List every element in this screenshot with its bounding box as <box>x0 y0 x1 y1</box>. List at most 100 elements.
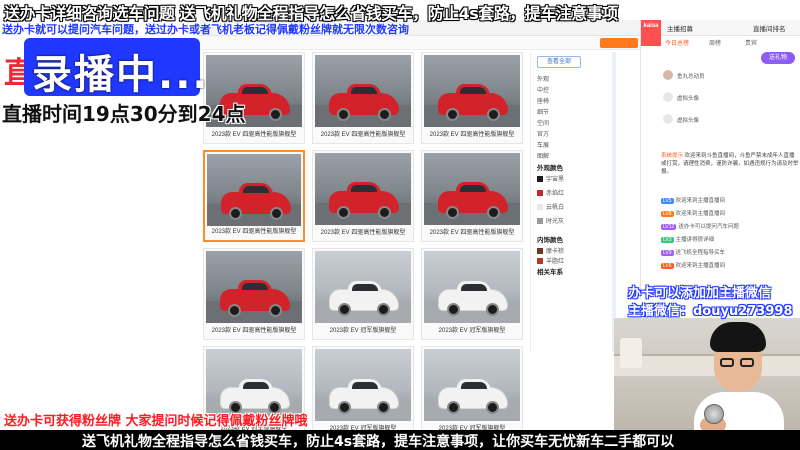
glasses-icon <box>720 358 734 367</box>
gallery-photo[interactable]: 2023款 EV 冠军版旗舰型 <box>312 248 414 340</box>
stream-hours-text: 直播时间19点30分到24点 <box>2 102 246 126</box>
photo-caption[interactable]: 2023款 EV 四驱高性能版旗舰型 <box>204 129 304 141</box>
car-photo-image <box>424 55 520 127</box>
car-photo-image <box>424 153 520 225</box>
chat-message: LV3 主播讲得很详细 <box>661 235 714 243</box>
gallery-photo[interactable]: 2023款 EV 四驱高性能版旗舰型 <box>421 52 523 144</box>
user-level-badge: LV8 <box>661 211 674 217</box>
photo-filter-panel: 查看全部 外观 中控 座椅 细节 空间 官方 车展 图解 外观颜色 宇宙黑 赤焰红 云帆白 时光灰 … <box>530 52 612 352</box>
wechat-id: 主播微信：douyu273998 <box>628 304 793 319</box>
streamer-webcam <box>614 318 800 432</box>
color-swatch <box>537 218 543 225</box>
ticker-text: 送飞机礼物全程指导怎么省钱买车，防止4s套路，提车注意事项，让你买车无忧新车二手… <box>82 434 675 450</box>
page-scrollbar[interactable] <box>612 52 616 352</box>
anchor-recruit-link[interactable]: 主播招募 <box>667 23 693 33</box>
site-logo: kaisa <box>641 20 661 46</box>
car-photo-image <box>315 55 411 127</box>
color-name: 云帆白 <box>546 205 565 211</box>
rank-user-name[interactable]: 虚拟头像 <box>677 94 699 102</box>
photo-caption[interactable]: 2023款 EV 四驱高性能版旗舰型 <box>422 227 522 239</box>
interior-color-name: 羊脂红 <box>546 259 565 265</box>
chat-message-text: 送飞机全程指导买车 <box>675 250 726 256</box>
gallery-photo[interactable]: 2023款 EV 冠军版旗舰型 <box>421 346 523 438</box>
filter-category[interactable]: 外观 <box>537 74 549 83</box>
fan-badge-hint: 送办卡可获得粉丝牌 大家提问时候记得佩戴粉丝牌哦 <box>4 414 308 429</box>
rank-user-name[interactable]: 虚拟头像 <box>677 116 699 124</box>
photo-caption[interactable]: 2023款 EV 冠军版旗舰型 <box>313 325 413 337</box>
car-photo-image <box>315 349 411 421</box>
color-filter-option[interactable]: 赤焰红 <box>537 188 564 197</box>
filter-category[interactable]: 中控 <box>537 85 549 94</box>
top-banner: 送办卡详细咨询选车问题 送飞机礼物全程指导怎么省钱买车，防止4s套路，提车注意事… <box>0 0 800 23</box>
site-nav-bar <box>200 36 640 50</box>
color-filter-option[interactable]: 云帆白 <box>537 202 564 211</box>
color-filter-option[interactable]: 时光灰 <box>537 216 564 225</box>
chat-message: LV6 欢迎来到主播直播间 <box>661 261 725 269</box>
tab-vip[interactable]: 贵宾 <box>745 38 757 47</box>
chat-message: LV5 欢迎来到主播直播间 <box>661 196 725 204</box>
exterior-color-heading: 外观颜色 <box>537 165 563 172</box>
filter-category[interactable]: 座椅 <box>537 96 549 105</box>
gallery-photo[interactable]: 2023款 EV 四驱高性能版旗舰型 <box>421 150 523 242</box>
car-photo-image <box>424 349 520 421</box>
gallery-photo[interactable]: 2023款 EV 四驱高性能版旗舰型 <box>203 248 305 340</box>
filter-category[interactable]: 细节 <box>537 107 549 116</box>
interior-filter-option[interactable]: 摩卡棕 <box>537 246 564 255</box>
user-level-badge: LV3 <box>661 237 674 243</box>
color-swatch <box>537 190 543 197</box>
color-filter-option[interactable]: 宇宙黑 <box>537 174 564 183</box>
photo-caption[interactable]: 2023款 EV 四驱高性能版旗舰型 <box>313 129 413 141</box>
chat-message-text: 送办卡可以提问汽车问题 <box>678 224 739 230</box>
live-chat-panel: 主播招募 直播间排名 kaisa 今日总榜 周榜 贵宾 送礼物 鱼丸总动员 虚拟… <box>640 20 800 300</box>
gallery-photo[interactable]: 2023款 EV 冠军版旗舰型 <box>312 346 414 438</box>
gallery-photo[interactable]: 2023款 EV 冠军版旗舰型 <box>421 248 523 340</box>
filter-category[interactable]: 车展 <box>537 140 549 149</box>
gallery-photo[interactable]: 2023款 EV 四驱高性能版旗舰型 <box>203 150 305 242</box>
tab-daily-rank[interactable]: 今日总榜 <box>665 38 689 47</box>
gallery-photo[interactable]: 2023款 EV 四驱高性能版旗舰型 <box>312 52 414 144</box>
photo-caption[interactable]: 2023款 EV 四驱高性能版旗舰型 <box>204 325 304 337</box>
microphone-icon <box>704 404 724 424</box>
system-notice-prefix: 系统提示 <box>661 153 684 159</box>
user-avatar[interactable] <box>663 114 673 124</box>
send-gift-button[interactable]: 送礼物 <box>761 52 795 64</box>
photo-caption[interactable]: 2023款 EV 四驱高性能版旗舰型 <box>205 226 303 238</box>
view-all-button[interactable]: 查看全部 <box>537 56 581 68</box>
color-swatch <box>537 258 543 265</box>
rank-user-name[interactable]: 鱼丸总动员 <box>677 72 705 80</box>
filter-category[interactable]: 空间 <box>537 118 549 127</box>
photo-caption[interactable]: 2023款 EV 四驱高性能版旗舰型 <box>313 227 413 239</box>
stream-frame: 2023款 EV 四驱高性能版旗舰型 2023款 EV 四驱高性能版旗舰型 2023… <box>0 0 800 450</box>
nav-highlight-tag[interactable] <box>600 38 638 48</box>
gallery-photo[interactable]: 2023款 EV 四驱高性能版旗舰型 <box>312 150 414 242</box>
user-avatar[interactable] <box>663 92 673 102</box>
bottom-ticker: 送飞机礼物全程指导怎么省钱买车，防止4s套路，提车注意事项，让你买车无忧新车二手… <box>0 430 800 450</box>
photo-caption[interactable]: 2023款 EV 四驱高性能版旗舰型 <box>422 129 522 141</box>
user-avatar[interactable] <box>663 70 673 80</box>
chat-message: LV12 送办卡可以提问汽车问题 <box>661 222 739 230</box>
color-swatch <box>537 176 543 183</box>
related-series-heading: 相关车系 <box>537 269 563 276</box>
car-photo-image <box>315 153 411 225</box>
car-photo-image <box>207 154 301 226</box>
color-name: 赤焰红 <box>546 191 565 197</box>
color-name: 时光灰 <box>546 219 565 225</box>
filter-category[interactable]: 官方 <box>537 129 549 138</box>
wechat-hint: 办卡可以添加加主播微信 <box>628 286 772 301</box>
photo-caption[interactable]: 2023款 EV 冠军版旗舰型 <box>422 325 522 337</box>
chat-tabs: 今日总榜 周榜 贵宾 <box>661 38 800 50</box>
interior-color-heading: 内饰颜色 <box>537 237 563 244</box>
chat-header: 主播招募 直播间排名 <box>641 20 800 36</box>
user-level-badge: LV5 <box>661 198 674 204</box>
chat-message-text: 欢迎来到主播直播间 <box>675 211 726 217</box>
interior-filter-option[interactable]: 羊脂红 <box>537 256 564 265</box>
room-ranking-link[interactable]: 直播间排名 <box>753 23 786 33</box>
photo-gallery-grid: 2023款 EV 四驱高性能版旗舰型 2023款 EV 四驱高性能版旗舰型 2023… <box>203 52 526 438</box>
filter-category[interactable]: 图解 <box>537 151 549 160</box>
color-swatch <box>537 204 543 211</box>
recording-label: 录播中... <box>32 52 210 98</box>
chat-message-text: 欢迎来到主播直播间 <box>675 198 726 204</box>
interior-color-name: 摩卡棕 <box>546 249 565 255</box>
tab-weekly-rank[interactable]: 周榜 <box>709 38 721 47</box>
streamer-hair <box>710 322 766 352</box>
